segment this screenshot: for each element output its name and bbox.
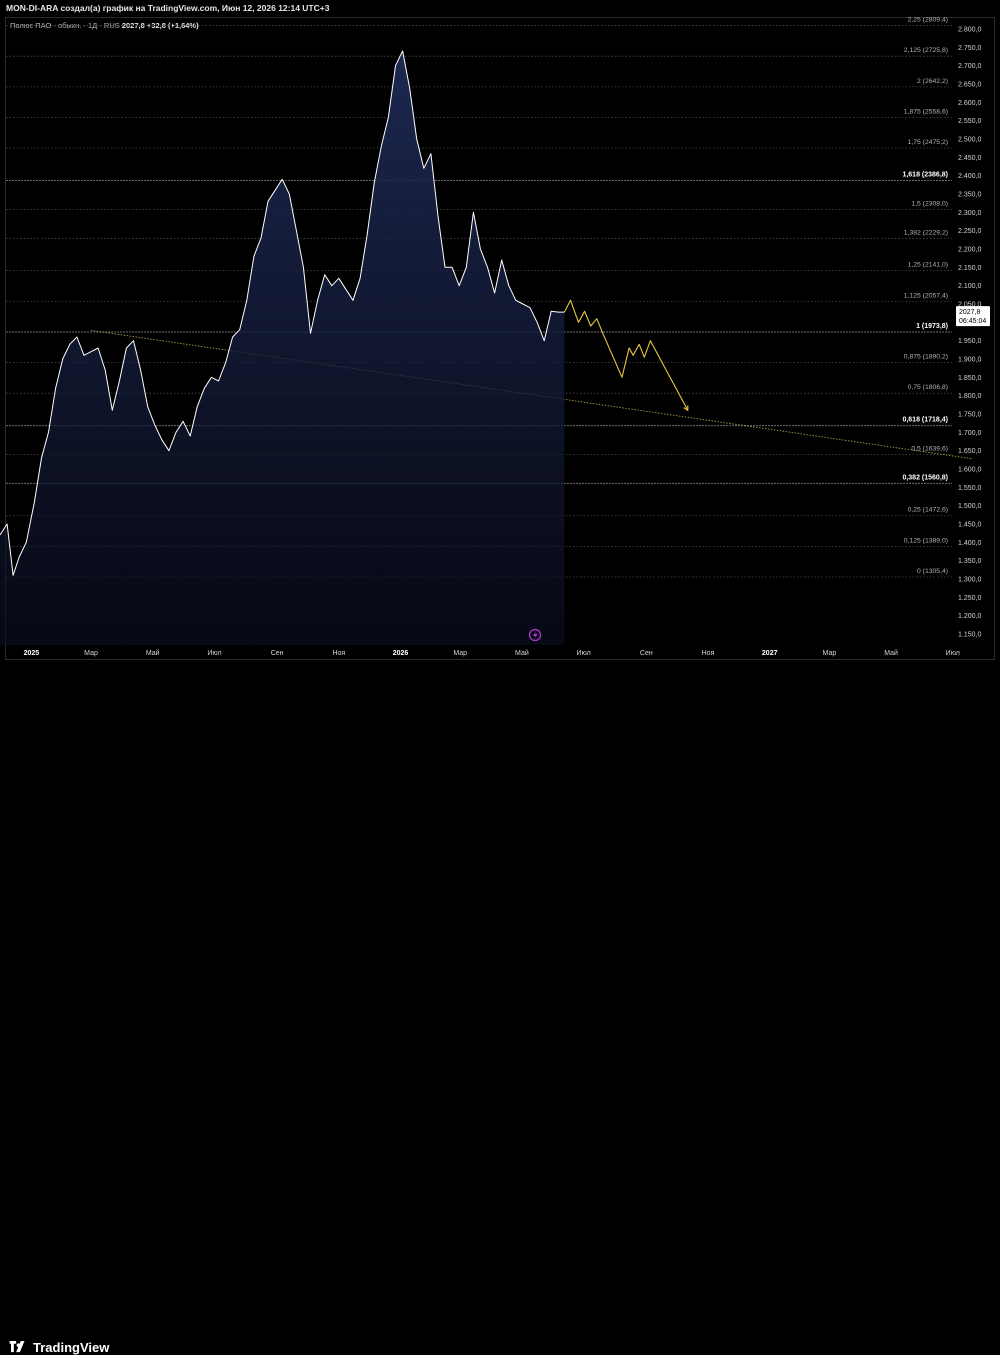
price-axis-tick: 2.150,0 — [958, 265, 981, 272]
price-axis-tick: 1.900,0 — [958, 357, 981, 364]
tradingview-logo[interactable]: TradingView — [8, 1340, 109, 1355]
price-axis-tick: 1.200,0 — [958, 613, 981, 620]
fib-level-label: 0,875 (1890,2) — [904, 354, 948, 361]
price-axis-tick: 1.400,0 — [958, 540, 981, 547]
fib-level-label: 1,875 (2558,6) — [904, 109, 948, 116]
fib-level-label: 1,75 (2475,2) — [908, 139, 948, 146]
price-axis-tick: 1.800,0 — [958, 393, 981, 400]
current-price-label: 2027,8 06:45:04 — [956, 306, 990, 327]
price-axis-tick: 2.200,0 — [958, 247, 981, 254]
price-axis-tick: 1.750,0 — [958, 412, 981, 419]
time-axis-label: Май — [515, 649, 529, 657]
price-axis-tick: 2.650,0 — [958, 82, 981, 89]
current-price-value: 2027,8 — [959, 309, 981, 316]
time-axis-label: Сен — [271, 650, 284, 657]
fib-level-label: 1,382 (2229,2) — [904, 229, 948, 236]
price-axis-tick: 2.600,0 — [958, 100, 981, 107]
price-area — [0, 50, 565, 645]
price-axis-tick: 2.100,0 — [958, 283, 981, 290]
price-axis-tick: 2.450,0 — [958, 155, 981, 162]
fib-level-label: 0,382 (1560,8) — [902, 474, 948, 481]
price-axis-tick: 1.950,0 — [958, 338, 981, 345]
price-axis-tick: 2.500,0 — [958, 137, 981, 144]
time-axis-label: Мар — [823, 650, 837, 657]
fib-level-label: 1,125 (2057,4) — [904, 292, 948, 299]
price-axis-tick: 1.650,0 — [958, 448, 981, 455]
price-axis-tick: 1.700,0 — [958, 430, 981, 437]
fib-level-label: 1,25 (2141,0) — [908, 262, 948, 269]
fib-level-label: 0,125 (1389,0) — [904, 537, 948, 544]
brand-name: TradingView — [33, 1340, 110, 1355]
time-axis-label: 2025 — [24, 650, 40, 657]
time-axis-label: Июл — [207, 650, 221, 657]
price-axis-tick: 1.350,0 — [958, 558, 981, 565]
time-axis-label: Мар — [84, 650, 98, 657]
time-axis-label: Мар — [453, 650, 467, 657]
time-axis-label: 2026 — [393, 650, 409, 657]
bar-countdown: 06:45:04 — [959, 318, 986, 325]
fib-level-label: 0,5 (1639,6) — [911, 445, 948, 452]
price-axis-tick: 1.150,0 — [958, 632, 981, 639]
fib-level-label: 1,618 (2386,8) — [902, 172, 948, 179]
footer: TradingView — [0, 668, 1000, 1355]
price-axis-tick: 2.550,0 — [958, 118, 981, 125]
fib-level-label: 2,25 (2809,4) — [908, 17, 948, 24]
price-chart[interactable]: 2,25 (2809,4) 2,125 (2725,8) 2 (2642,2) 1,8… — [0, 0, 1000, 697]
fib-level-label: 0,75 (1806,8) — [908, 384, 948, 391]
tradingview-logo-icon — [9, 1341, 25, 1353]
time-axis-label: Июл — [946, 650, 960, 657]
time-axis-label: Ноя — [702, 650, 715, 657]
price-axis-tick: 2.400,0 — [958, 173, 981, 180]
fib-level-label: 2 (2642,2) — [917, 78, 948, 85]
fib-level-label: 1 (1973,8) — [916, 323, 948, 330]
time-axis-label: Июл — [576, 650, 590, 657]
price-axis-tick: 1.850,0 — [958, 375, 981, 382]
price-axis-tick: 1.450,0 — [958, 522, 981, 529]
price-axis-tick: 2.700,0 — [958, 63, 981, 70]
price-axis-tick: 1.600,0 — [958, 467, 981, 474]
price-axis-tick: 2.250,0 — [958, 228, 981, 235]
time-axis-label: 2027 — [762, 650, 778, 657]
price-axis-tick: 1.300,0 — [958, 577, 981, 584]
fib-level-label: 0 (1305,4) — [917, 568, 948, 575]
price-area-fill — [0, 51, 565, 645]
time-axis-label: Май — [146, 649, 160, 657]
price-axis[interactable]: 2.800,0 2.750,0 2.700,0 2.650,0 2.600,0 2.550… — [956, 27, 990, 639]
fib-level-label: 0,25 (1472,6) — [908, 507, 948, 514]
time-axis-label: Май — [884, 649, 898, 657]
fib-level-label: 0,618 (1718,4) — [902, 417, 948, 424]
price-axis-tick: 1.550,0 — [958, 485, 981, 492]
time-axis-label: Сен — [640, 650, 653, 657]
price-axis-tick: 1.500,0 — [958, 503, 981, 510]
projection-line[interactable] — [563, 299, 689, 411]
price-axis-tick: 2.800,0 — [958, 27, 981, 34]
time-axis[interactable]: 2025 Мар Май Июл Сен Ноя 2026 Мар Май Июл Сен Ноя 20… — [24, 649, 960, 657]
projection-path[interactable] — [563, 299, 689, 412]
price-axis-tick: 2.350,0 — [958, 192, 981, 199]
fib-level-label: 1,5 (2308,0) — [911, 200, 948, 207]
price-axis-tick: 2.300,0 — [958, 210, 981, 217]
price-axis-tick: 2.750,0 — [958, 45, 981, 52]
price-axis-tick: 1.250,0 — [958, 595, 981, 602]
fib-level-label: 2,125 (2725,8) — [904, 47, 948, 54]
time-axis-label: Ноя — [332, 650, 345, 657]
